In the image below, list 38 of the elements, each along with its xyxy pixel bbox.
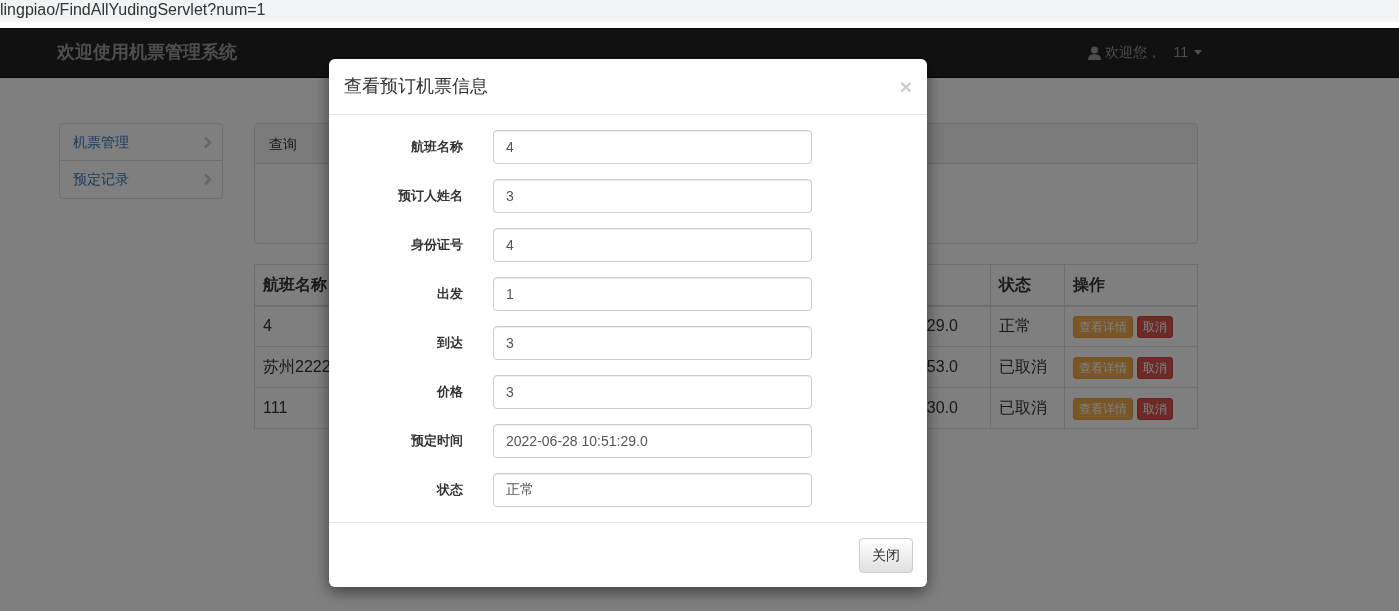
sidebar-item[interactable]: 机票管理: [60, 124, 222, 161]
close-button[interactable]: ×: [899, 76, 912, 97]
address-bar-url[interactable]: lingpiao/FindAllYudingServlet?num=1: [0, 0, 1399, 22]
greeting-text: 欢迎您，: [1105, 43, 1162, 62]
input-field[interactable]: 1: [493, 277, 812, 311]
chevron-right-icon: [204, 173, 212, 186]
sidebar-item[interactable]: 预定记录: [60, 161, 222, 198]
input-field[interactable]: 4: [493, 228, 812, 262]
username-link[interactable]: 11: [1173, 42, 1188, 63]
field-label: 状态: [435, 481, 463, 500]
close-button[interactable]: 关闭: [859, 538, 913, 573]
field-label: 航班名称: [410, 138, 463, 157]
field-label: 预订人姓名: [397, 187, 463, 206]
detail-button[interactable]: 查看详情: [1073, 398, 1133, 420]
input-field[interactable]: 正常: [493, 473, 812, 507]
detail-button[interactable]: 查看详情: [1073, 316, 1133, 339]
table-cell: 已取消: [990, 346, 1065, 388]
cancel-button[interactable]: 取消: [1137, 398, 1173, 420]
input-field[interactable]: 2022-06-28 10:51:29.0: [493, 424, 812, 458]
chevron-right-icon: [204, 135, 212, 149]
dialog-title: 查看预订机票信息: [344, 75, 488, 98]
field-label: 出发: [436, 285, 463, 304]
column-header: 状态: [990, 264, 1065, 306]
table-cell: 正常: [990, 305, 1065, 347]
input-field[interactable]: 4: [493, 130, 812, 164]
user-icon: [1088, 45, 1102, 60]
field-label: 预定时间: [410, 432, 463, 451]
detail-button[interactable]: 查看详情: [1073, 357, 1133, 379]
input-field[interactable]: 3: [493, 326, 812, 360]
cancel-button[interactable]: 取消: [1137, 357, 1173, 379]
input-field[interactable]: 3: [493, 179, 812, 213]
column-header: 操作: [1064, 264, 1198, 306]
brand-title[interactable]: 欢迎使用机票管理系统: [57, 39, 237, 66]
table-cell: 已取消: [990, 387, 1065, 429]
field-label: 身份证号: [410, 236, 463, 255]
input-field[interactable]: 3: [493, 375, 812, 409]
cancel-button[interactable]: 取消: [1137, 316, 1173, 339]
caret-icon[interactable]: [1194, 50, 1202, 55]
